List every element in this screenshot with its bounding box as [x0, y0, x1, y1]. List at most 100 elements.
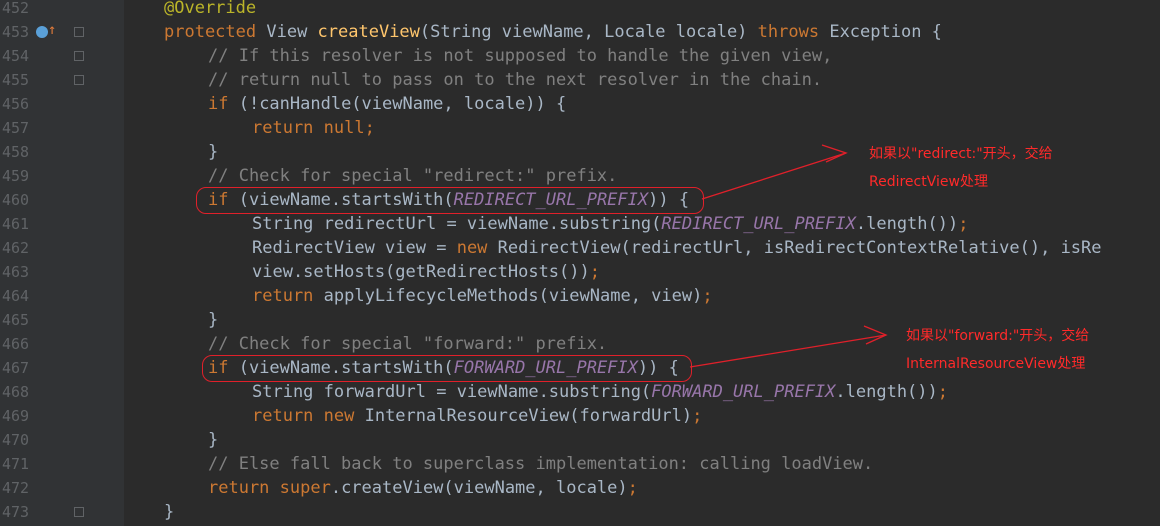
- code-token: String redirectUrl = viewName.substring(: [252, 214, 662, 234]
- code-token: return new: [252, 406, 365, 426]
- fold-toggle-icon[interactable]: [74, 27, 84, 37]
- code-token: }: [164, 502, 175, 522]
- code-token: View: [266, 22, 318, 42]
- redirect-note-line1: 如果以"redirect:"开头，交给: [869, 146, 1053, 162]
- code-line[interactable]: }: [208, 140, 218, 164]
- line-number: 462: [2, 239, 30, 257]
- code-token: applyLifecycleMethods(viewName, view): [323, 286, 703, 306]
- line-number: 459: [2, 167, 30, 185]
- code-token: throws: [757, 22, 830, 42]
- code-token: .createView(viewName, locale): [330, 478, 628, 498]
- code-token: // Check for special "redirect:" prefix.: [208, 166, 618, 186]
- line-number: 472: [2, 479, 30, 497]
- code-token: .length()): [835, 382, 938, 402]
- forward-note-line2: InternalResourceView处理: [906, 356, 1086, 372]
- code-token: ;: [937, 382, 949, 402]
- code-line[interactable]: String redirectUrl = viewName.substring(…: [252, 212, 968, 236]
- code-token: view.setHosts(getRedirectHosts()): [252, 262, 590, 282]
- code-line[interactable]: return applyLifecycleMethods(viewName, v…: [252, 284, 713, 308]
- code-token: protected: [164, 22, 267, 42]
- redirect-note: 如果以"redirect:"开头，交给 RedirectView处理: [869, 140, 1053, 196]
- code-token: // Check for special "forward:" prefix.: [208, 334, 608, 354]
- line-number: 473: [2, 503, 30, 521]
- code-line[interactable]: protected View createView(String viewNam…: [164, 20, 942, 44]
- line-number: 464: [2, 287, 30, 305]
- code-token: RedirectView(redirectUrl, isRedirectCont…: [497, 238, 1102, 258]
- code-token: InternalResourceView(forwardUrl): [364, 406, 693, 426]
- line-number: 461: [2, 215, 30, 233]
- code-line[interactable]: // Check for special "forward:" prefix.: [208, 332, 607, 356]
- line-number: 452: [2, 0, 30, 17]
- line-number: 468: [2, 383, 30, 401]
- code-line[interactable]: return new InternalResourceView(forwardU…: [252, 404, 702, 428]
- line-number: 457: [2, 119, 30, 137]
- code-token: return super: [208, 478, 331, 498]
- code-line[interactable]: String forwardUrl = viewName.substring(F…: [252, 380, 948, 404]
- code-line[interactable]: if (viewName.startsWith(FORWARD_URL_PREF…: [208, 356, 679, 380]
- code-token: (String viewName, Locale locale): [419, 22, 758, 42]
- line-number: 455: [2, 71, 30, 89]
- code-line[interactable]: // Else fall back to superclass implemen…: [208, 452, 873, 476]
- code-token: ;: [589, 262, 601, 282]
- forward-note-line1: 如果以"forward:"开头，交给: [906, 328, 1090, 344]
- code-token: if: [208, 358, 239, 378]
- code-token: (viewName.startsWith(: [238, 358, 454, 378]
- code-line[interactable]: }: [164, 500, 174, 524]
- fold-toggle-icon[interactable]: [74, 75, 84, 85]
- code-token: )) {: [637, 358, 679, 378]
- code-token: REDIRECT_URL_PREFIX: [453, 190, 649, 210]
- line-number: 465: [2, 311, 30, 329]
- code-token: ;: [958, 214, 969, 234]
- code-line[interactable]: // If this resolver is not supposed to h…: [208, 44, 832, 68]
- code-token: new: [456, 238, 498, 258]
- code-token: ;: [627, 478, 638, 498]
- code-line[interactable]: }: [208, 428, 218, 452]
- line-number: 463: [2, 263, 30, 281]
- code-token: // Else fall back to superclass implemen…: [208, 454, 874, 474]
- code-line[interactable]: @Override: [164, 0, 256, 20]
- code-token: }: [208, 310, 219, 330]
- code-token: }: [208, 430, 219, 450]
- code-token: ;: [692, 406, 703, 426]
- code-line[interactable]: view.setHosts(getRedirectHosts());: [252, 260, 600, 284]
- code-token: FORWARD_URL_PREFIX: [453, 358, 638, 378]
- code-token: }: [208, 142, 219, 162]
- code-line[interactable]: // Check for special "redirect:" prefix.: [208, 164, 617, 188]
- code-token: ;: [702, 286, 713, 306]
- code-line[interactable]: if (!canHandle(viewName, locale)) {: [208, 92, 566, 116]
- forward-note: 如果以"forward:"开头，交给 InternalResourceView处…: [906, 322, 1089, 378]
- code-line[interactable]: // return null to pass on to the next re…: [208, 68, 822, 92]
- code-editor[interactable]: @Override protected View createView(Strin…: [124, 0, 1160, 526]
- code-token: Exception {: [829, 22, 942, 42]
- code-token: if: [208, 190, 239, 210]
- code-token: if: [208, 94, 239, 114]
- code-token: // If this resolver is not supposed to h…: [208, 46, 833, 66]
- line-number: 469: [2, 407, 30, 425]
- code-token: return: [252, 286, 324, 306]
- override-method-icon[interactable]: [36, 26, 48, 38]
- line-number: 460: [2, 191, 30, 209]
- line-number: 453: [2, 23, 30, 41]
- code-line[interactable]: return null;: [252, 116, 375, 140]
- code-token: )) {: [648, 190, 690, 210]
- code-token: // return null to pass on to the next re…: [208, 70, 823, 90]
- line-number: 470: [2, 431, 30, 449]
- code-token: RedirectView view =: [252, 238, 457, 258]
- line-number: 456: [2, 95, 30, 113]
- code-line[interactable]: if (viewName.startsWith(REDIRECT_URL_PRE…: [208, 188, 689, 212]
- code-line[interactable]: RedirectView view = new RedirectView(red…: [252, 236, 1102, 260]
- line-number: 458: [2, 143, 30, 161]
- code-token: (viewName.startsWith(: [238, 190, 454, 210]
- code-line[interactable]: return super.createView(viewName, locale…: [208, 476, 638, 500]
- code-token: return null: [252, 118, 365, 138]
- code-token: createView: [317, 22, 420, 42]
- override-arrow-icon: ↑: [48, 22, 57, 38]
- redirect-note-line2: RedirectView处理: [869, 174, 988, 190]
- code-token: FORWARD_URL_PREFIX: [651, 382, 836, 402]
- code-token: (!canHandle(viewName, locale)) {: [238, 94, 567, 114]
- code-token: String forwardUrl = viewName.substring(: [252, 382, 652, 402]
- code-line[interactable]: }: [208, 308, 218, 332]
- fold-toggle-icon[interactable]: [74, 507, 84, 517]
- fold-toggle-icon[interactable]: [74, 51, 84, 61]
- code-token: .length()): [855, 214, 959, 234]
